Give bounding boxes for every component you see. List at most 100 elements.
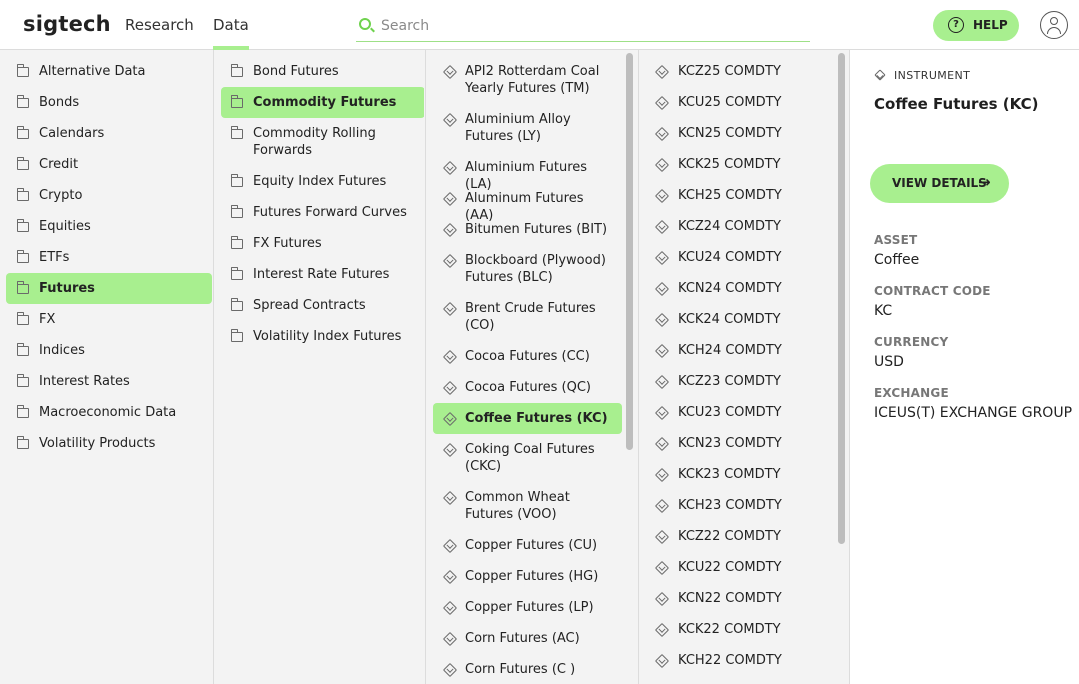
folder-icon (231, 205, 243, 218)
subcategory-item[interactable]: Futures Forward Curves (221, 197, 424, 228)
contract-item[interactable]: KCZ22 COMDTY (646, 521, 831, 552)
category-item[interactable]: Interest Rates (6, 366, 212, 397)
contract-item[interactable]: KCH23 COMDTY (646, 490, 831, 521)
contract-item[interactable]: KCU24 COMDTY (646, 242, 831, 273)
cube-icon (442, 349, 458, 365)
instrument-group-item[interactable]: Cocoa Futures (CC) (433, 341, 622, 372)
instrument-group-item[interactable]: Bitumen Futures (BIT) (433, 214, 622, 245)
field-label: EXCHANGE (874, 386, 949, 400)
cube-icon (654, 219, 670, 235)
instrument-group-item[interactable]: API2 Rotterdam Coal Yearly Futures (TM) (433, 56, 622, 98)
folder-icon (231, 64, 243, 77)
cube-icon (874, 69, 886, 81)
instrument-group-item[interactable]: Corn Futures (C ) (433, 654, 622, 684)
category-column: Alternative Data Bonds Calendars Credit Cryp… (0, 50, 212, 684)
category-item[interactable]: Calendars (6, 118, 212, 149)
field-label: CURRENCY (874, 335, 949, 349)
contract-item[interactable]: KCZ23 COMDTY (646, 366, 831, 397)
contract-item[interactable]: KCN23 COMDTY (646, 428, 831, 459)
category-item[interactable]: Equities (6, 211, 212, 242)
contract-item[interactable]: KCZ24 COMDTY (646, 211, 831, 242)
instrument-group-item[interactable]: Coking Coal Futures (CKC) (433, 434, 622, 476)
scrollbar[interactable] (626, 53, 633, 450)
contract-item[interactable]: KCK25 COMDTY (646, 149, 831, 180)
instrument-group-item[interactable]: Aluminum Futures (AA) (433, 183, 622, 223)
item-label: Interest Rates (39, 374, 130, 389)
folder-icon (17, 188, 29, 201)
item-label: Brent Crude Futures (CO) (465, 301, 596, 333)
contract-item[interactable]: KCN25 COMDTY (646, 118, 831, 149)
subcategory-item[interactable]: Volatility Index Futures (221, 321, 424, 352)
category-item[interactable]: Crypto (6, 180, 212, 211)
item-label: KCU24 COMDTY (678, 250, 782, 265)
subcategory-item[interactable]: Bond Futures (221, 56, 424, 87)
instrument-group-item[interactable]: Coffee Futures (KC) (433, 403, 622, 434)
contract-item[interactable]: KCK23 COMDTY (646, 459, 831, 490)
instrument-group-item[interactable]: Aluminium Futures (LA) (433, 152, 622, 192)
scrollbar[interactable] (838, 53, 845, 544)
subcategory-item[interactable]: FX Futures (221, 228, 424, 259)
folder-icon (231, 267, 243, 280)
folder-icon (17, 64, 29, 77)
contract-item[interactable]: KCH24 COMDTY (646, 335, 831, 366)
logo[interactable]: sigtech (23, 12, 111, 36)
instrument-group-item[interactable]: Common Wheat Futures (VOO) (433, 482, 622, 524)
category-item[interactable]: Alternative Data (6, 56, 212, 87)
contract-item[interactable]: KCH25 COMDTY (646, 180, 831, 211)
category-item[interactable]: Indices (6, 335, 212, 366)
item-label: Calendars (39, 126, 105, 141)
cube-icon (442, 631, 458, 647)
view-details-button[interactable]: VIEW DETAILS → (870, 164, 1009, 203)
instrument-group-item[interactable]: Corn Futures (AC) (433, 623, 622, 654)
nav-research[interactable]: Research (125, 16, 194, 34)
help-button[interactable]: ? HELP (933, 10, 1019, 41)
instrument-group-item[interactable]: Cocoa Futures (QC) (433, 372, 622, 403)
subcategory-item[interactable]: Commodity Futures (221, 87, 424, 118)
contract-item[interactable]: KCN24 COMDTY (646, 273, 831, 304)
instrument-group-item[interactable]: Copper Futures (LP) (433, 592, 622, 623)
instrument-group-item[interactable]: Blockboard (Plywood) Futures (BLC) (433, 245, 622, 287)
contract-item[interactable]: KCK22 COMDTY (646, 614, 831, 645)
category-item[interactable]: Credit (6, 149, 212, 180)
folder-icon (231, 95, 243, 108)
user-icon[interactable] (1040, 11, 1068, 39)
folder-icon (231, 329, 243, 342)
item-label: KCK23 COMDTY (678, 467, 781, 482)
item-label: KCN23 COMDTY (678, 436, 782, 451)
subcategory-item[interactable]: Interest Rate Futures (221, 259, 424, 290)
category-item[interactable]: Bonds (6, 87, 212, 118)
nav-data[interactable]: Data (213, 16, 249, 50)
top-bar: sigtech Research Data ? HELP (0, 0, 1079, 50)
category-item[interactable]: ETFs (6, 242, 212, 273)
category-item[interactable]: Volatility Products (6, 428, 212, 459)
instrument-group-item[interactable]: Brent Crude Futures (CO) (433, 293, 622, 335)
instrument-group-item[interactable]: Copper Futures (CU) (433, 530, 622, 561)
cube-icon (654, 64, 670, 80)
item-label: KCN25 COMDTY (678, 126, 782, 141)
field-label: CONTRACT CODE (874, 284, 991, 298)
item-label: Bitumen Futures (BIT) (465, 222, 608, 237)
category-item[interactable]: Macroeconomic Data (6, 397, 212, 428)
contract-item[interactable]: KCK24 COMDTY (646, 304, 831, 335)
instrument-group-item[interactable]: Aluminium Alloy Futures (LY) (433, 104, 622, 146)
subcategory-item[interactable]: Equity Index Futures (221, 166, 424, 197)
contract-item[interactable]: KCN22 COMDTY (646, 583, 831, 614)
instrument-group-item[interactable]: Copper Futures (HG) (433, 561, 622, 592)
subcategory-item[interactable]: Spread Contracts (221, 290, 424, 321)
item-label: Copper Futures (HG) (465, 569, 599, 584)
item-label: KCZ24 COMDTY (678, 219, 781, 234)
contract-item[interactable]: KCU22 COMDTY (646, 552, 831, 583)
subcategory-item[interactable]: Commodity Rolling Forwards (221, 118, 424, 158)
help-label: HELP (973, 18, 1008, 32)
cube-icon (654, 126, 670, 142)
category-item[interactable]: Futures (6, 273, 212, 304)
category-item[interactable]: FX (6, 304, 212, 335)
contract-item[interactable]: KCZ25 COMDTY (646, 56, 831, 87)
contract-item[interactable]: KCU23 COMDTY (646, 397, 831, 428)
cube-icon (442, 662, 458, 678)
contract-item[interactable]: KCU25 COMDTY (646, 87, 831, 118)
cube-icon (442, 538, 458, 554)
search-input[interactable] (381, 16, 801, 36)
item-label: Aluminium Alloy Futures (LY) (465, 112, 571, 144)
contract-item[interactable]: KCH22 COMDTY (646, 645, 831, 676)
